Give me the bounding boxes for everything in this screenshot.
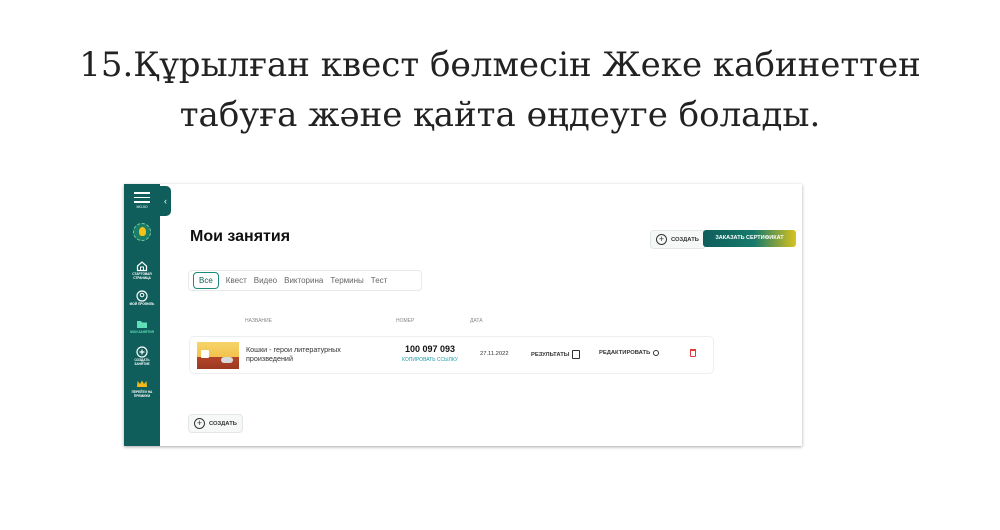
- edit-button[interactable]: РЕДАКТИРОВАТЬ: [599, 350, 660, 356]
- plus-circle-icon: +: [194, 418, 205, 429]
- sidebar-item-label: МОЙ ПРОФИЛЬ: [129, 302, 155, 306]
- profile-icon: [136, 290, 148, 302]
- sidebar-item-label: СОЗДАТЬ ЗАНЯТИЕ: [134, 358, 150, 366]
- results-label: РЕЗУЛЬТАТЫ: [531, 351, 570, 358]
- filter-tabs: Все Квест Видео Викторина Термины Тест: [188, 270, 422, 291]
- page-title: Мои занятия: [190, 228, 291, 245]
- slide-heading: 15.Құрылған квест бөлмесін Жеке кабинетт…: [0, 40, 1000, 140]
- results-button[interactable]: РЕЗУЛЬТАТЫ: [531, 350, 581, 359]
- tab-all[interactable]: Все: [193, 272, 219, 289]
- lesson-number: 100 097 093: [404, 344, 456, 354]
- sidebar-item-label: ПЕРЕЙТИ НА ПРЕМИУМ: [131, 390, 153, 398]
- create-button[interactable]: + СОЗДАТЬ: [650, 230, 706, 249]
- document-icon: [572, 350, 581, 359]
- bottom-create-label: СОЗДАТЬ: [209, 420, 237, 427]
- app-screenshot: MOJIO СТАРТОВАЯ СТРАНИЦА МОЙ ПРОФИЛЬ МОИ…: [124, 184, 802, 446]
- crown-icon: [137, 380, 147, 387]
- order-certificate-button[interactable]: ЗАКАЗАТЬ СЕРТИФИКАТ: [703, 230, 796, 247]
- sidebar-item-label: СТАРТОВАЯ СТРАНИЦА: [132, 272, 152, 280]
- trash-icon[interactable]: [690, 349, 696, 357]
- sidebar-item-my-lessons[interactable]: МОИ ЗАНЯТИЯ: [124, 318, 160, 334]
- tab-quiz[interactable]: Викторина: [284, 276, 323, 285]
- tab-quest[interactable]: Квест: [226, 276, 247, 285]
- brand-label: MOJIO: [136, 205, 148, 209]
- lightbulb-logo-icon: [133, 223, 151, 241]
- home-icon: [136, 261, 148, 272]
- sidebar-item-home[interactable]: СТАРТОВАЯ СТРАНИЦА: [124, 260, 160, 280]
- menu-icon[interactable]: [134, 192, 150, 206]
- sidebar-item-create[interactable]: СОЗДАТЬ ЗАНЯТИЕ: [124, 346, 160, 366]
- plus-circle-icon: [136, 346, 148, 358]
- lesson-date: 27.11.2022: [480, 351, 509, 357]
- column-header-number: НОМЕР: [396, 318, 415, 324]
- gear-icon: [653, 350, 660, 356]
- heading-line-2: табуға және қайта өңдеуге болады.: [179, 95, 821, 135]
- plus-circle-icon: +: [656, 234, 667, 245]
- heading-line-1: 15.Құрылған квест бөлмесін Жеке кабинетт…: [79, 45, 921, 85]
- copy-link[interactable]: КОПИРОВАТЬ ССЫЛКУ: [390, 357, 470, 363]
- column-header-date: ДАТА: [470, 318, 483, 324]
- create-button-label: СОЗДАТЬ: [671, 236, 699, 243]
- tab-terms[interactable]: Термины: [330, 276, 363, 285]
- bottom-create-button[interactable]: + СОЗДАТЬ: [188, 414, 243, 433]
- column-header-name: НАЗВАНИЕ: [245, 318, 272, 324]
- table-row[interactable]: Кошки - герои литературных произведений …: [189, 336, 714, 374]
- edit-label: РЕДАКТИРОВАТЬ: [599, 350, 651, 356]
- tab-video[interactable]: Видео: [254, 276, 277, 285]
- lesson-thumbnail: [197, 342, 239, 369]
- sidebar-item-profile[interactable]: МОЙ ПРОФИЛЬ: [124, 290, 160, 306]
- folder-icon: [137, 321, 147, 328]
- tab-test[interactable]: Тест: [371, 276, 388, 285]
- sidebar: MOJIO СТАРТОВАЯ СТРАНИЦА МОЙ ПРОФИЛЬ МОИ…: [124, 184, 160, 446]
- sidebar-item-premium[interactable]: ПЕРЕЙТИ НА ПРЕМИУМ: [124, 378, 160, 398]
- main-content: Мои занятия + СОЗДАТЬ ЗАКАЗАТЬ СЕРТИФИКА…: [160, 184, 802, 446]
- lesson-name: Кошки - герои литературных произведений: [246, 345, 341, 363]
- sidebar-item-label: МОИ ЗАНЯТИЯ: [130, 330, 154, 334]
